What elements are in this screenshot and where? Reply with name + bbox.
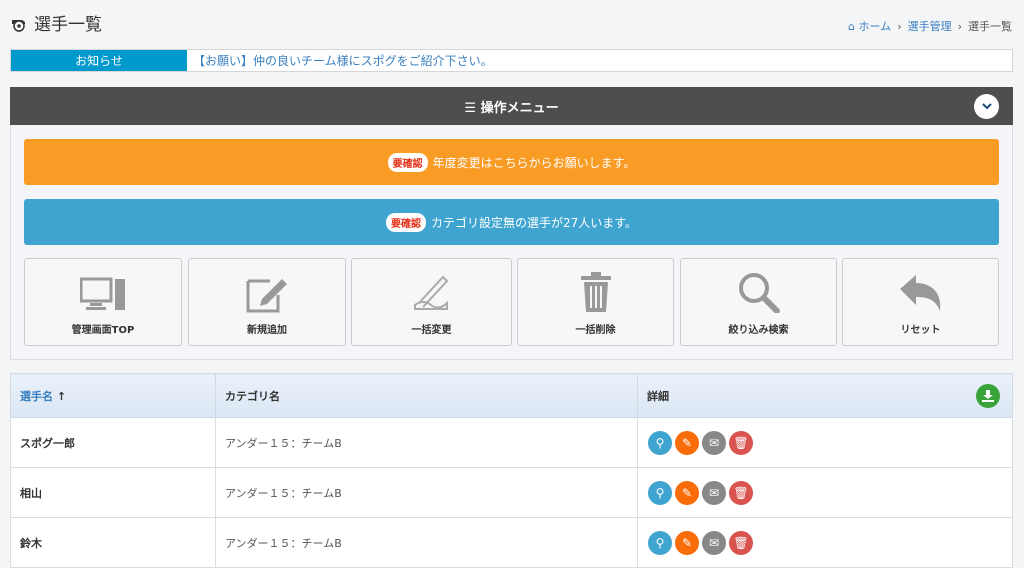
player-name: 相山: [10, 467, 216, 518]
tile-label: 一括削除: [575, 325, 616, 336]
category-name: アンダー１５：チームB: [215, 467, 638, 518]
delete-button[interactable]: 🗑: [729, 480, 753, 505]
chevron-right-icon: ›: [897, 19, 902, 33]
trash-icon: 🗑: [733, 435, 749, 450]
operation-menu-title: ☰ 操作メニュー: [464, 100, 559, 116]
column-header-category: カテゴリ名: [215, 373, 638, 418]
alert-text: 年度変更はこちらからお願いします。: [432, 155, 636, 170]
pencil-icon: ✎: [681, 535, 693, 550]
mail-icon: ✉: [708, 485, 720, 500]
download-button[interactable]: [976, 384, 1000, 408]
mail-button[interactable]: ✉: [702, 430, 726, 455]
player-table: 選手名 ↑ カテゴリ名 詳細 スポグ一郎 アンダー１５：チームB ⚲ ✎ ✉ 🗑 相山 …: [10, 373, 1013, 568]
alert-badge: 要確認: [387, 152, 428, 172]
bulk-delete-button[interactable]: 一括削除: [517, 258, 674, 346]
table-row: スポグ一郎 アンダー１５：チームB ⚲ ✎ ✉ 🗑: [10, 417, 1013, 468]
table-row: 鈴木 アンダー１５：チームB ⚲ ✎ ✉ 🗑: [10, 517, 1013, 568]
operation-menu-panel: 要確認 年度変更はこちらからお願いします。 要確認 カテゴリ設定無の選手が27人いま…: [10, 125, 1013, 360]
trash-icon: [580, 272, 611, 312]
notice-label: お知らせ: [11, 50, 187, 71]
edit-button[interactable]: ✎: [675, 430, 699, 455]
notice-bar: お知らせ 【お願い】仲の良いチーム様にスポグをご紹介下さい。: [10, 49, 1013, 72]
chevron-down-icon: [981, 103, 992, 110]
view-button[interactable]: ⚲: [648, 430, 672, 455]
tile-label: 絞り込み検索: [728, 325, 789, 336]
search-icon: ⚲: [655, 485, 665, 500]
pen-hand-icon: [413, 275, 448, 310]
tile-label: 新規追加: [247, 325, 287, 336]
trash-icon: 🗑: [733, 535, 749, 550]
mail-icon: ✉: [708, 435, 720, 450]
category-name: アンダー１５：チームB: [215, 417, 638, 468]
new-add-button[interactable]: 新規追加: [188, 258, 346, 346]
delete-button[interactable]: 🗑: [729, 430, 753, 455]
tile-label: 管理画面TOP: [71, 325, 135, 336]
monitor-icon: [80, 277, 125, 310]
player-icon: [12, 19, 25, 32]
search-icon: ⚲: [655, 535, 665, 550]
table-header-row: 選手名 ↑ カテゴリ名 詳細: [10, 373, 1013, 418]
tile-label: リセット: [900, 325, 941, 336]
view-button[interactable]: ⚲: [648, 530, 672, 555]
player-name: 鈴木: [10, 517, 216, 568]
edit-icon: [246, 279, 287, 313]
row-actions: ⚲ ✎ ✉ 🗑: [637, 467, 1013, 518]
pencil-icon: ✎: [681, 435, 693, 450]
page-title-text: 選手一覧: [34, 15, 102, 35]
search-icon: ⚲: [655, 435, 665, 450]
row-actions: ⚲ ✎ ✉ 🗑: [637, 417, 1013, 468]
alert-text: カテゴリ設定無の選手が27人います。: [430, 215, 638, 230]
mail-icon: ✉: [708, 535, 720, 550]
category-alert[interactable]: 要確認 カテゴリ設定無の選手が27人います。: [24, 199, 999, 245]
reset-button[interactable]: リセット: [842, 258, 999, 346]
operation-menu-header: ☰ 操作メニュー: [10, 87, 1013, 125]
undo-icon: [899, 275, 940, 311]
search-icon: [738, 273, 780, 313]
download-icon: [982, 390, 994, 402]
year-change-alert[interactable]: 要確認 年度変更はこちらからお願いします。: [24, 139, 999, 185]
bulk-change-button[interactable]: 一括変更: [351, 258, 512, 346]
menu-toggle-button[interactable]: [974, 94, 999, 119]
trash-icon: 🗑: [733, 485, 749, 500]
breadcrumb-home-label: ホーム: [858, 20, 892, 33]
edit-button[interactable]: ✎: [675, 530, 699, 555]
breadcrumb-current: 選手一覧: [968, 20, 1012, 33]
breadcrumb: ⌂ ホーム › 選手管理 › 選手一覧: [848, 18, 1012, 34]
sort-ascending-icon: ↑: [56, 389, 67, 403]
alert-badge: 要確認: [385, 212, 426, 232]
pencil-icon: ✎: [681, 485, 693, 500]
detail-header-label: 詳細: [647, 389, 669, 403]
page-title: 選手一覧: [10, 10, 102, 35]
row-actions: ⚲ ✎ ✉ 🗑: [637, 517, 1013, 568]
table-row: 相山 アンダー１５：チームB ⚲ ✎ ✉ 🗑: [10, 467, 1013, 518]
breadcrumb-home[interactable]: ⌂ ホーム: [848, 18, 891, 34]
column-header-player-name[interactable]: 選手名 ↑: [10, 373, 216, 418]
view-button[interactable]: ⚲: [648, 480, 672, 505]
column-header-detail: 詳細: [637, 373, 1013, 418]
breadcrumb-player-management[interactable]: 選手管理: [908, 18, 952, 34]
admin-top-button[interactable]: 管理画面TOP: [24, 258, 182, 346]
player-name: スポグ一郎: [10, 417, 216, 468]
delete-button[interactable]: 🗑: [729, 530, 753, 555]
home-icon: ⌂: [848, 20, 856, 33]
edit-button[interactable]: ✎: [675, 480, 699, 505]
filter-search-button[interactable]: 絞り込み検索: [680, 258, 837, 346]
tile-label: 一括変更: [411, 325, 452, 336]
notice-message[interactable]: 【お願い】仲の良いチーム様にスポグをご紹介下さい。: [187, 50, 493, 71]
chevron-right-icon: ›: [957, 19, 962, 33]
sort-link[interactable]: 選手名: [20, 390, 53, 403]
category-name: アンダー１５：チームB: [215, 517, 638, 568]
mail-button[interactable]: ✉: [702, 530, 726, 555]
mail-button[interactable]: ✉: [702, 480, 726, 505]
